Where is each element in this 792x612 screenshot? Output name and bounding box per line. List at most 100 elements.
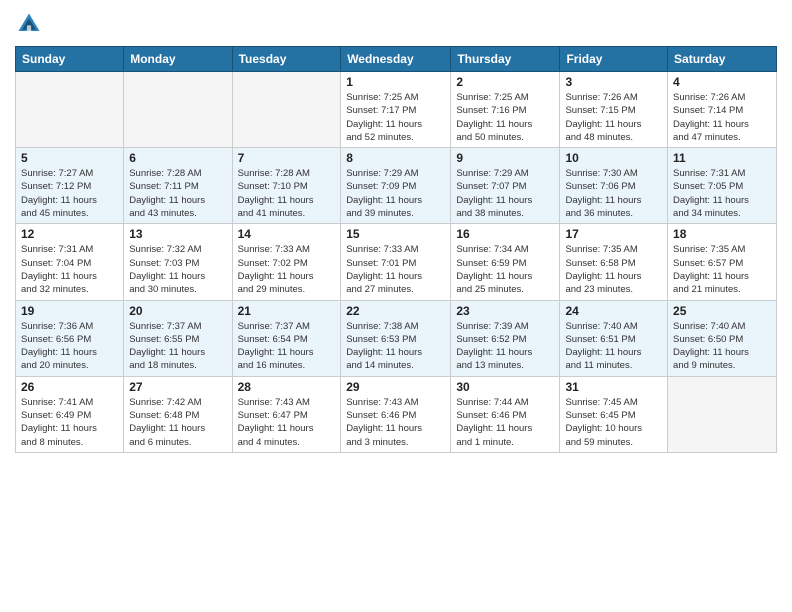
day-number: 10 <box>565 151 662 165</box>
calendar-cell: 6Sunrise: 7:28 AMSunset: 7:11 PMDaylight… <box>124 148 232 224</box>
day-number: 15 <box>346 227 445 241</box>
day-number: 17 <box>565 227 662 241</box>
day-info: Sunrise: 7:25 AMSunset: 7:16 PMDaylight:… <box>456 91 554 144</box>
day-number: 25 <box>673 304 771 318</box>
day-number: 12 <box>21 227 118 241</box>
calendar-cell: 7 Sunrise: 7:28 AMSunset: 7:10 PMDaylight… <box>232 148 341 224</box>
day-number: 8 <box>346 151 445 165</box>
calendar-cell: 14 Sunrise: 7:33 AMSunset: 7:02 PMDayligh… <box>232 224 341 300</box>
header <box>15 10 777 38</box>
calendar-cell: 5Sunrise: 7:27 AMSunset: 7:12 PMDaylight… <box>16 148 124 224</box>
calendar-cell: 16 Sunrise: 7:34 AMSunset: 6:59 PMDayligh… <box>451 224 560 300</box>
calendar-cell: 13Sunrise: 7:32 AMSunset: 7:03 PMDayligh… <box>124 224 232 300</box>
day-number: 9 <box>456 151 554 165</box>
day-number: 2 <box>456 75 554 89</box>
day-info: Sunrise: 7:26 AMSunset: 7:14 PMDaylight:… <box>673 91 771 144</box>
calendar-cell: 29 Sunrise: 7:43 AMSunset: 6:46 PMDayligh… <box>341 376 451 452</box>
calendar-header-row: SundayMondayTuesdayWednesdayThursdayFrid… <box>16 47 777 72</box>
day-info: Sunrise: 7:38 AMSunset: 6:53 PMDaylight:… <box>346 320 445 373</box>
calendar-cell: 20 Sunrise: 7:37 AMSunset: 6:55 PMDayligh… <box>124 300 232 376</box>
calendar-week-1: 1 Sunrise: 7:25 AMSunset: 7:17 PMDaylight… <box>16 72 777 148</box>
logo <box>15 10 47 38</box>
calendar-cell: 31 Sunrise: 7:45 AMSunset: 6:45 PMDayligh… <box>560 376 668 452</box>
calendar-cell: 19 Sunrise: 7:36 AMSunset: 6:56 PMDayligh… <box>16 300 124 376</box>
calendar-cell <box>16 72 124 148</box>
calendar-cell: 10Sunrise: 7:30 AMSunset: 7:06 PMDayligh… <box>560 148 668 224</box>
day-info: Sunrise: 7:26 AMSunset: 7:15 PMDaylight:… <box>565 91 662 144</box>
calendar-cell: 15 Sunrise: 7:33 AMSunset: 7:01 PMDayligh… <box>341 224 451 300</box>
calendar-cell <box>668 376 777 452</box>
calendar-cell: 2 Sunrise: 7:25 AMSunset: 7:16 PMDaylight… <box>451 72 560 148</box>
day-number: 28 <box>238 380 336 394</box>
calendar-cell: 24 Sunrise: 7:40 AMSunset: 6:51 PMDayligh… <box>560 300 668 376</box>
calendar-cell: 25 Sunrise: 7:40 AMSunset: 6:50 PMDayligh… <box>668 300 777 376</box>
day-info: Sunrise: 7:40 AMSunset: 6:51 PMDaylight:… <box>565 320 662 373</box>
calendar-cell: 9 Sunrise: 7:29 AMSunset: 7:07 PMDaylight… <box>451 148 560 224</box>
calendar-week-5: 26Sunrise: 7:41 AMSunset: 6:49 PMDayligh… <box>16 376 777 452</box>
day-number: 31 <box>565 380 662 394</box>
calendar-cell: 30Sunrise: 7:44 AMSunset: 6:46 PMDayligh… <box>451 376 560 452</box>
calendar-week-2: 5Sunrise: 7:27 AMSunset: 7:12 PMDaylight… <box>16 148 777 224</box>
day-info: Sunrise: 7:36 AMSunset: 6:56 PMDaylight:… <box>21 320 118 373</box>
day-info: Sunrise: 7:31 AMSunset: 7:04 PMDaylight:… <box>21 243 118 296</box>
day-number: 1 <box>346 75 445 89</box>
calendar-cell <box>124 72 232 148</box>
weekday-header-monday: Monday <box>124 47 232 72</box>
day-number: 19 <box>21 304 118 318</box>
weekday-header-friday: Friday <box>560 47 668 72</box>
calendar-cell: 4 Sunrise: 7:26 AMSunset: 7:14 PMDaylight… <box>668 72 777 148</box>
day-info: Sunrise: 7:27 AMSunset: 7:12 PMDaylight:… <box>21 167 118 220</box>
day-info: Sunrise: 7:43 AMSunset: 6:46 PMDaylight:… <box>346 396 445 449</box>
day-info: Sunrise: 7:35 AMSunset: 6:57 PMDaylight:… <box>673 243 771 296</box>
weekday-header-sunday: Sunday <box>16 47 124 72</box>
day-info: Sunrise: 7:43 AMSunset: 6:47 PMDaylight:… <box>238 396 336 449</box>
day-number: 22 <box>346 304 445 318</box>
calendar-cell: 11 Sunrise: 7:31 AMSunset: 7:05 PMDayligh… <box>668 148 777 224</box>
day-info: Sunrise: 7:37 AMSunset: 6:55 PMDaylight:… <box>129 320 226 373</box>
day-info: Sunrise: 7:29 AMSunset: 7:07 PMDaylight:… <box>456 167 554 220</box>
day-number: 4 <box>673 75 771 89</box>
calendar-cell: 3Sunrise: 7:26 AMSunset: 7:15 PMDaylight… <box>560 72 668 148</box>
day-info: Sunrise: 7:44 AMSunset: 6:46 PMDaylight:… <box>456 396 554 449</box>
weekday-header-tuesday: Tuesday <box>232 47 341 72</box>
day-number: 21 <box>238 304 336 318</box>
day-info: Sunrise: 7:40 AMSunset: 6:50 PMDaylight:… <box>673 320 771 373</box>
day-info: Sunrise: 7:45 AMSunset: 6:45 PMDaylight:… <box>565 396 662 449</box>
day-number: 26 <box>21 380 118 394</box>
day-number: 18 <box>673 227 771 241</box>
calendar-cell: 23 Sunrise: 7:39 AMSunset: 6:52 PMDayligh… <box>451 300 560 376</box>
day-info: Sunrise: 7:35 AMSunset: 6:58 PMDaylight:… <box>565 243 662 296</box>
day-info: Sunrise: 7:25 AMSunset: 7:17 PMDaylight:… <box>346 91 445 144</box>
day-info: Sunrise: 7:33 AMSunset: 7:01 PMDaylight:… <box>346 243 445 296</box>
calendar-cell: 1 Sunrise: 7:25 AMSunset: 7:17 PMDaylight… <box>341 72 451 148</box>
day-number: 27 <box>129 380 226 394</box>
calendar-week-4: 19 Sunrise: 7:36 AMSunset: 6:56 PMDayligh… <box>16 300 777 376</box>
day-number: 7 <box>238 151 336 165</box>
calendar-cell: 12 Sunrise: 7:31 AMSunset: 7:04 PMDayligh… <box>16 224 124 300</box>
day-info: Sunrise: 7:34 AMSunset: 6:59 PMDaylight:… <box>456 243 554 296</box>
calendar-cell: 22 Sunrise: 7:38 AMSunset: 6:53 PMDayligh… <box>341 300 451 376</box>
page: SundayMondayTuesdayWednesdayThursdayFrid… <box>0 0 792 612</box>
day-info: Sunrise: 7:39 AMSunset: 6:52 PMDaylight:… <box>456 320 554 373</box>
day-number: 29 <box>346 380 445 394</box>
calendar-cell: 27 Sunrise: 7:42 AMSunset: 6:48 PMDayligh… <box>124 376 232 452</box>
logo-icon <box>15 10 43 38</box>
weekday-header-thursday: Thursday <box>451 47 560 72</box>
day-info: Sunrise: 7:28 AMSunset: 7:10 PMDaylight:… <box>238 167 336 220</box>
calendar-cell: 21 Sunrise: 7:37 AMSunset: 6:54 PMDayligh… <box>232 300 341 376</box>
calendar-cell: 8Sunrise: 7:29 AMSunset: 7:09 PMDaylight… <box>341 148 451 224</box>
calendar-cell: 18 Sunrise: 7:35 AMSunset: 6:57 PMDayligh… <box>668 224 777 300</box>
calendar-table: SundayMondayTuesdayWednesdayThursdayFrid… <box>15 46 777 453</box>
day-number: 20 <box>129 304 226 318</box>
calendar-cell: 17 Sunrise: 7:35 AMSunset: 6:58 PMDayligh… <box>560 224 668 300</box>
day-info: Sunrise: 7:31 AMSunset: 7:05 PMDaylight:… <box>673 167 771 220</box>
weekday-header-wednesday: Wednesday <box>341 47 451 72</box>
day-number: 23 <box>456 304 554 318</box>
day-info: Sunrise: 7:37 AMSunset: 6:54 PMDaylight:… <box>238 320 336 373</box>
day-info: Sunrise: 7:33 AMSunset: 7:02 PMDaylight:… <box>238 243 336 296</box>
day-number: 11 <box>673 151 771 165</box>
day-number: 14 <box>238 227 336 241</box>
day-number: 16 <box>456 227 554 241</box>
day-number: 24 <box>565 304 662 318</box>
day-info: Sunrise: 7:42 AMSunset: 6:48 PMDaylight:… <box>129 396 226 449</box>
